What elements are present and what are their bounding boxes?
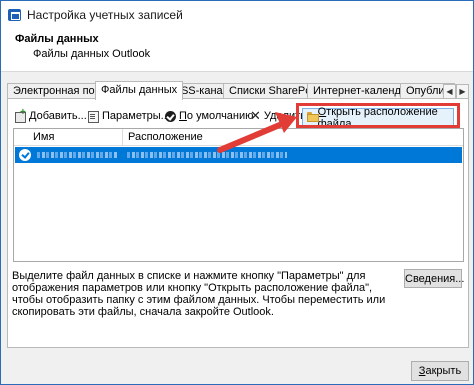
check-circle-icon — [165, 110, 176, 122]
close-button-label: акрыть — [425, 365, 462, 377]
tab-data-files[interactable]: Файлы данных — [95, 81, 184, 100]
table-row[interactable] — [15, 147, 462, 163]
set-default-button[interactable]: По умолчанию — [165, 108, 253, 124]
tab-scroll-left-icon[interactable]: ◀ — [443, 84, 456, 99]
folder-icon — [307, 112, 319, 123]
settings-icon — [87, 110, 99, 123]
set-default-button-key: П — [179, 110, 187, 122]
column-header-name[interactable]: Имя — [33, 130, 54, 144]
add-button-label: обавить... — [36, 110, 87, 122]
delete-button[interactable]: ✕ Удалить — [250, 108, 306, 124]
open-file-location-label: ткрыть расположение файла... — [317, 105, 438, 130]
tab-scroll-right-icon[interactable]: ▶ — [456, 84, 469, 99]
data-files-table[interactable]: Имя Расположение — [13, 128, 464, 262]
column-header-location[interactable]: Расположение — [128, 130, 203, 144]
title-bar[interactable]: Настройка учетных записей — [1, 1, 473, 28]
page-subtitle: Файлы данных Outlook — [33, 48, 151, 60]
add-button[interactable]: Добавить... — [14, 107, 87, 124]
table-header: Имя Расположение — [14, 129, 463, 146]
data-files-panel: Добавить... Параметры... По умолчанию ✕ … — [7, 98, 469, 348]
details-button[interactable]: Сведения... — [404, 269, 464, 288]
account-settings-icon — [8, 8, 21, 21]
open-file-location-button[interactable]: Открыть расположение файла... — [302, 105, 454, 130]
settings-button-label: Параметры... — [102, 110, 170, 122]
account-settings-window: Настройка учетных записей Файлы данных Ф… — [0, 0, 474, 385]
redacted-file-location — [127, 152, 287, 158]
column-divider[interactable] — [122, 129, 123, 145]
delete-button-label: Удалить — [263, 110, 306, 122]
close-button[interactable]: Закрыть — [411, 361, 469, 381]
add-icon — [14, 107, 26, 123]
check-circle-icon — [19, 149, 31, 161]
settings-button[interactable]: Параметры... — [87, 108, 170, 124]
delete-x-icon: ✕ — [250, 108, 261, 123]
page-title: Файлы данных — [15, 33, 99, 45]
window-title: Настройка учетных записей — [27, 7, 183, 22]
toolbar: Добавить... Параметры... По умолчанию ✕ … — [8, 105, 468, 130]
description-text: Выделите файл данных в списке и нажмите … — [12, 270, 386, 318]
set-default-button-label: о умолчанию — [186, 110, 254, 122]
redacted-file-name — [37, 152, 117, 158]
tab-strip: Электронная почта Файлы данных RSS-канал… — [7, 81, 469, 100]
header-section: Файлы данных Файлы данных Outlook — [1, 28, 473, 72]
add-button-key: Д — [29, 110, 37, 122]
